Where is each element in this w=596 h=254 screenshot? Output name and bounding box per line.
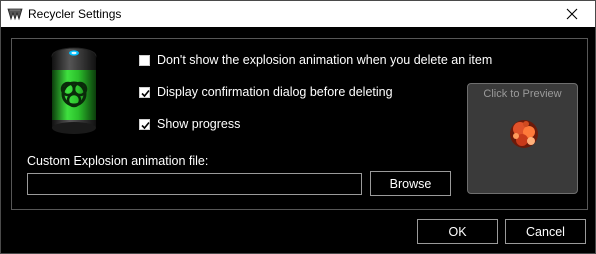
title-bar[interactable]: Recycler Settings — [1, 1, 595, 27]
browse-button[interactable]: Browse — [370, 171, 451, 196]
show-progress-label: Show progress — [157, 117, 241, 131]
preview-box[interactable]: Click to Preview — [467, 83, 578, 194]
confirm-dialog-checkbox[interactable] — [139, 86, 150, 98]
window-title: Recycler Settings — [28, 7, 122, 21]
hide-explosion-checkbox[interactable] — [139, 54, 150, 66]
settings-window: Recycler Settings Don't show the explosi… — [0, 0, 596, 254]
checkmark-icon — [141, 89, 150, 97]
hide-explosion-option[interactable]: Don't show the explosion animation when … — [139, 53, 492, 67]
show-progress-option[interactable]: Show progress — [139, 117, 240, 131]
settings-panel: Don't show the explosion animation when … — [11, 38, 588, 210]
confirm-dialog-label: Display confirmation dialog before delet… — [157, 85, 393, 99]
hide-explosion-label: Don't show the explosion animation when … — [157, 53, 493, 67]
show-progress-checkbox[interactable] — [139, 118, 150, 130]
explosion-file-label: Custom Explosion animation file: — [27, 154, 209, 168]
cancel-button[interactable]: Cancel — [505, 219, 586, 244]
biohazard-canister-icon — [51, 47, 97, 134]
ok-button[interactable]: OK — [417, 219, 498, 244]
explosion-preview-icon — [510, 120, 538, 148]
checkmark-icon — [141, 121, 150, 129]
close-button[interactable] — [549, 1, 595, 27]
preview-label: Click to Preview — [483, 88, 562, 100]
confirm-dialog-option[interactable]: Display confirmation dialog before delet… — [139, 85, 393, 99]
explosion-file-input[interactable] — [27, 173, 362, 195]
close-icon — [566, 8, 578, 20]
recycler-app-icon — [7, 8, 23, 21]
